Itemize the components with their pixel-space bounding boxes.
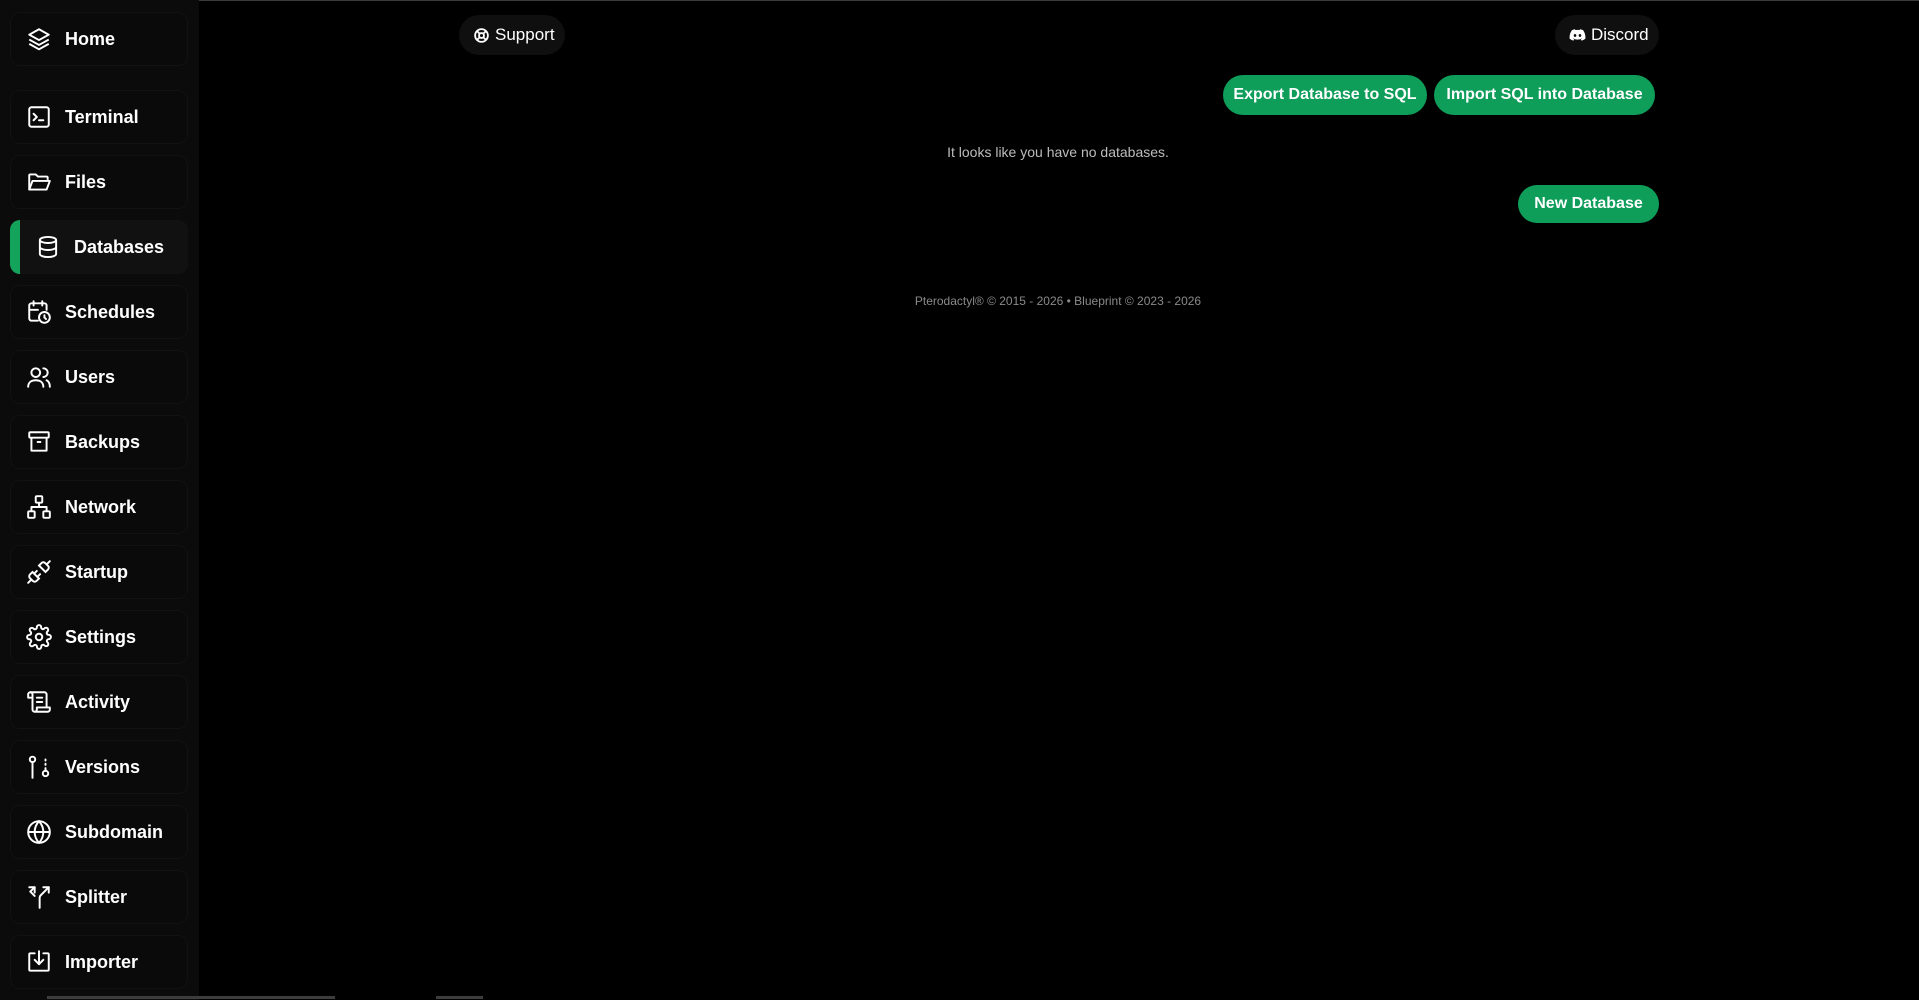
- sidebar-item-label: Versions: [65, 756, 141, 777]
- sidebar-item-databases[interactable]: Databases: [10, 220, 188, 274]
- discord-icon: [1569, 27, 1586, 44]
- sidebar-item-label: Startup: [65, 561, 128, 582]
- horizontal-scrollbar[interactable]: [47, 996, 335, 999]
- discord-label: Discord: [1591, 25, 1649, 44]
- sidebar-item-label: Splitter: [65, 886, 128, 907]
- layers-icon: [26, 26, 52, 52]
- sidebar: Home Terminal Files Databases Schedules …: [0, 0, 199, 1000]
- sidebar-item-users[interactable]: Users: [10, 350, 188, 404]
- empty-state-message: It looks like you have no databases.: [947, 144, 1169, 160]
- active-indicator: [10, 220, 20, 274]
- sidebar-item-files[interactable]: Files: [10, 155, 188, 209]
- sidebar-item-startup[interactable]: Startup: [10, 545, 188, 599]
- sidebar-item-label: Home: [65, 28, 116, 49]
- archive-icon: [26, 429, 52, 455]
- sidebar-item-label: Network: [65, 496, 137, 517]
- sidebar-item-label: Files: [65, 171, 107, 192]
- sidebar-item-label: Activity: [65, 691, 131, 712]
- sidebar-item-label: Subdomain: [65, 821, 163, 842]
- sidebar-item-importer[interactable]: Importer: [10, 935, 188, 989]
- import-icon: [26, 949, 52, 975]
- sidebar-item-network[interactable]: Network: [10, 480, 188, 534]
- sidebar-item-activity[interactable]: Activity: [10, 675, 188, 729]
- globe-icon: [26, 819, 52, 845]
- sidebar-item-subdomain[interactable]: Subdomain: [10, 805, 188, 859]
- network-icon: [26, 494, 52, 520]
- users-icon: [26, 364, 52, 390]
- calendar-clock-icon: [26, 299, 52, 325]
- sidebar-item-label: Databases: [74, 236, 165, 257]
- sidebar-item-label: Importer: [65, 951, 139, 972]
- split-icon: [26, 884, 52, 910]
- new-database-button[interactable]: New Database: [1518, 185, 1659, 223]
- sidebar-item-settings[interactable]: Settings: [10, 610, 188, 664]
- discord-link[interactable]: Discord: [1555, 15, 1659, 55]
- database-icon: [35, 234, 61, 260]
- sidebar-item-label: Backups: [65, 431, 141, 452]
- sidebar-item-backups[interactable]: Backups: [10, 415, 188, 469]
- sidebar-item-schedules[interactable]: Schedules: [10, 285, 188, 339]
- sidebar-item-terminal[interactable]: Terminal: [10, 90, 188, 144]
- sidebar-item-splitter[interactable]: Splitter: [10, 870, 188, 924]
- plug-icon: [26, 559, 52, 585]
- scroll-icon: [26, 689, 52, 715]
- terminal-icon: [26, 104, 52, 130]
- folder-icon: [26, 169, 52, 195]
- git-branch-icon: [26, 754, 52, 780]
- life-ring-icon: [473, 27, 490, 44]
- sidebar-item-label: Settings: [65, 626, 137, 647]
- support-label: Support: [495, 25, 555, 44]
- sidebar-item-label: Terminal: [65, 106, 139, 127]
- sidebar-item-label: Schedules: [65, 301, 156, 322]
- horizontal-scrollbar-secondary[interactable]: [436, 996, 483, 999]
- import-sql-button[interactable]: Import SQL into Database: [1434, 75, 1655, 115]
- sidebar-item-home[interactable]: Home: [10, 12, 188, 66]
- export-database-button[interactable]: Export Database to SQL: [1223, 75, 1427, 115]
- gear-icon: [26, 624, 52, 650]
- footer-credits: Pterodactyl® © 2015 - 2026 • Blueprint ©…: [914, 294, 1202, 308]
- sidebar-item-versions[interactable]: Versions: [10, 740, 188, 794]
- window-top-border: [0, 0, 1919, 1]
- support-link[interactable]: Support: [459, 15, 565, 55]
- sidebar-item-label: Users: [65, 366, 116, 387]
